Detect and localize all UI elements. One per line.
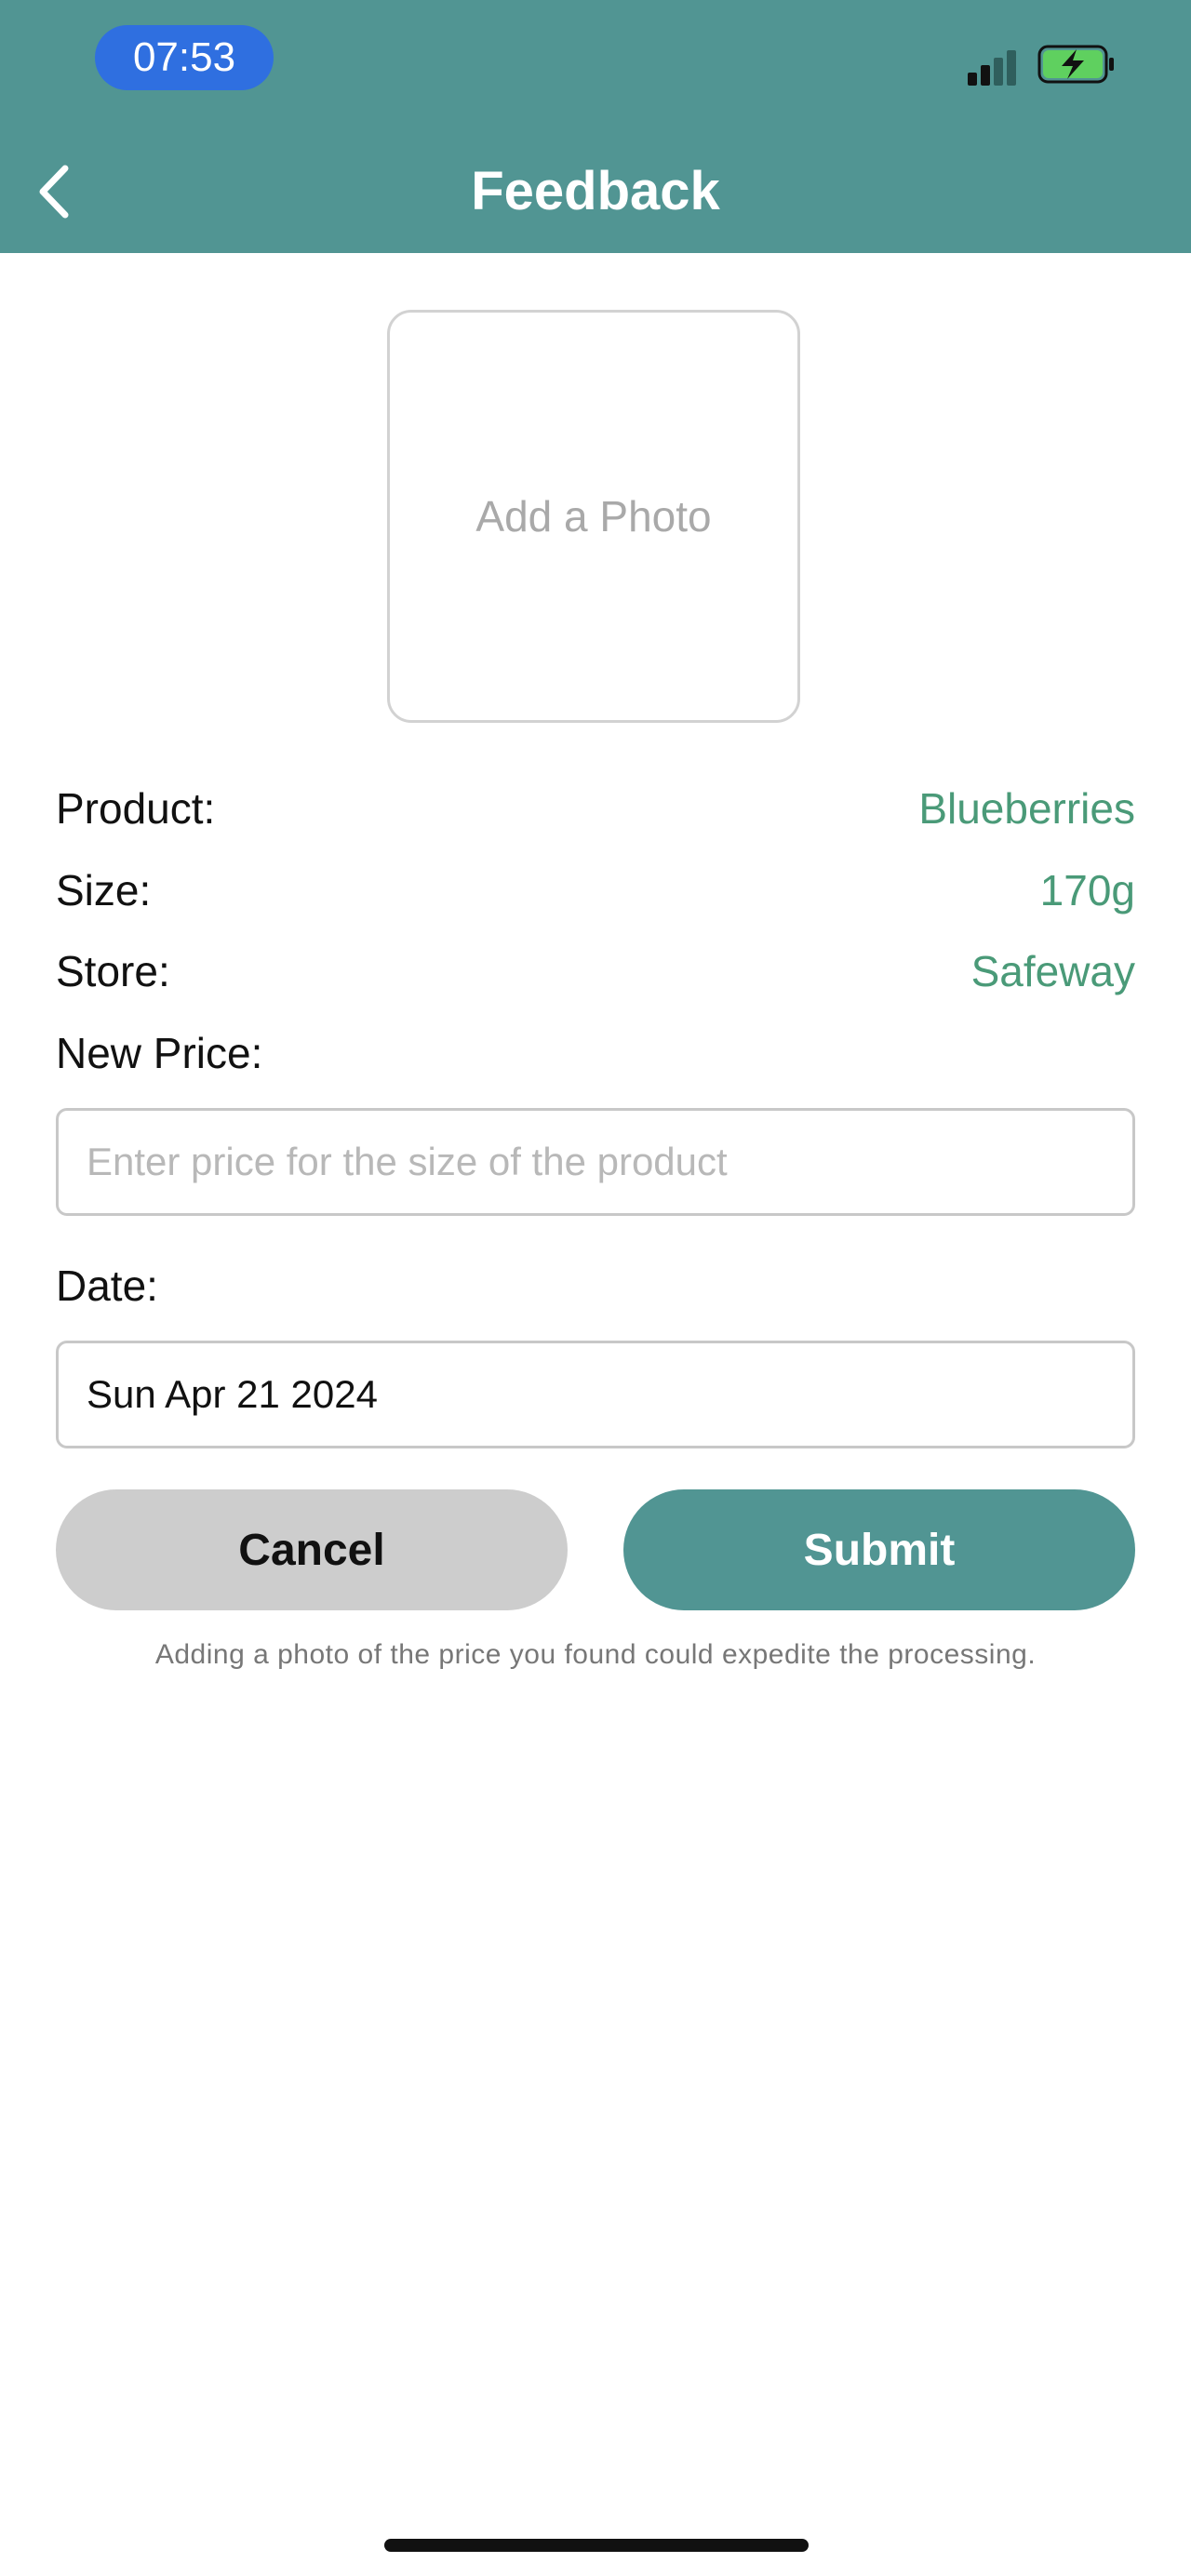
store-label: Store: <box>56 947 170 995</box>
product-label: Product: <box>56 784 216 833</box>
detail-row-store: Store: Safeway <box>56 939 1135 1004</box>
date-label: Date: <box>56 1261 158 1310</box>
detail-row-product: Product: Blueberries <box>56 776 1135 841</box>
status-time: 07:53 <box>95 25 274 90</box>
store-value: Safeway <box>970 947 1135 995</box>
size-value: 170g <box>1039 866 1135 914</box>
app-header: 07:53 Feedback <box>0 0 1191 253</box>
home-indicator[interactable] <box>384 2539 809 2552</box>
new-price-label: New Price: <box>56 1029 263 1077</box>
product-value: Blueberries <box>918 784 1135 833</box>
date-field[interactable]: Sun Apr 21 2024 <box>56 1341 1135 1448</box>
new-price-input[interactable]: Enter price for the size of the product <box>56 1108 1135 1216</box>
submit-button[interactable]: Submit <box>623 1489 1135 1610</box>
detail-row-size: Size: 170g <box>56 858 1135 923</box>
battery-charging-icon <box>1037 45 1116 84</box>
size-label: Size: <box>56 866 152 914</box>
cancel-button[interactable]: Cancel <box>56 1489 568 1610</box>
page-title: Feedback <box>471 161 720 221</box>
photo-hint-text: Adding a photo of the price you found co… <box>154 1639 1037 1670</box>
add-photo-label: Add a Photo <box>475 492 712 541</box>
signal-icon <box>968 48 1020 86</box>
add-photo-button[interactable]: Add a Photo <box>387 310 800 723</box>
